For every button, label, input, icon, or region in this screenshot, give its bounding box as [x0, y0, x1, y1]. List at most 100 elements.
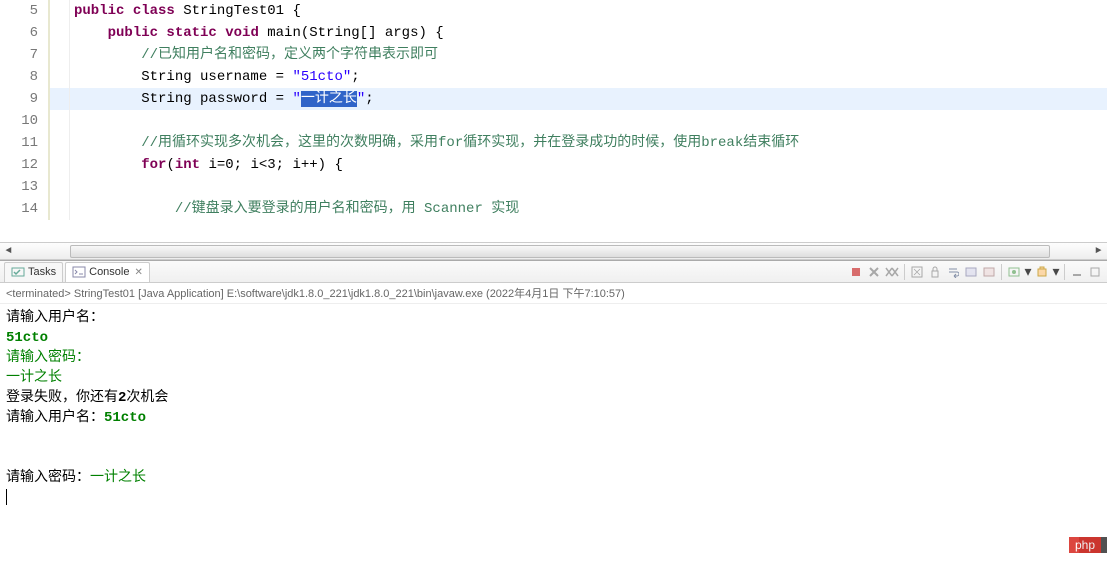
code-line[interactable]: 5 public class StringTest01 {: [0, 0, 1107, 22]
code-content[interactable]: for(int i=0; i<3; i++) {: [70, 154, 343, 176]
console-input: 一计之长: [90, 470, 146, 486]
console-line: 请输入用户名：51cto: [6, 408, 1101, 428]
tasks-icon: [11, 265, 25, 279]
token: static: [166, 25, 225, 41]
show-console-button[interactable]: [963, 264, 979, 280]
code-line[interactable]: 7 //已知用户名和密码，定义两个字符串表示即可: [0, 44, 1107, 66]
annotation-gutter: [50, 22, 70, 44]
tab-label: Tasks: [28, 266, 56, 278]
token: for: [141, 157, 166, 173]
token: ": [357, 91, 365, 107]
remove-launch-button[interactable]: [866, 264, 882, 280]
launch-info: <terminated> StringTest01 [Java Applicat…: [0, 283, 1107, 304]
minimize-button[interactable]: [1069, 264, 1085, 280]
token: public: [74, 3, 133, 19]
display-selected-button[interactable]: [1006, 264, 1022, 280]
text: 登录失败，你还有: [6, 390, 118, 406]
token: main(String[] args) {: [267, 25, 443, 41]
line-number: 13: [0, 176, 50, 198]
scroll-lock-button[interactable]: [927, 264, 943, 280]
terminate-button[interactable]: [848, 264, 864, 280]
token: //键盘录入要登录的用户名和密码，用 Scanner 实现: [175, 201, 519, 217]
console-output[interactable]: 请输入用户名： 51cto 请输入密码： 一计之长 登录失败，你还有2次机会 请…: [0, 304, 1107, 581]
token: //用循环实现多次机会，这里的次数明确，采用for循环实现，并在登录成功的时候，…: [141, 135, 799, 151]
code-line[interactable]: 6 public static void main(String[] args)…: [0, 22, 1107, 44]
annotation-gutter: [50, 198, 70, 220]
console-input-line: 51cto: [6, 328, 1101, 348]
code-content[interactable]: public static void main(String[] args) {: [70, 22, 444, 44]
token: ;: [365, 91, 373, 107]
annotation-gutter: [50, 0, 70, 22]
token: i=0; i<3; i++) {: [208, 157, 342, 173]
blank-line: [6, 448, 1101, 468]
console-input-line: 一计之长: [6, 368, 1101, 388]
view-tabbar: Tasks Console ✕ ▾ ▾: [0, 261, 1107, 283]
line-number: 9: [0, 88, 50, 110]
horizontal-scrollbar[interactable]: ◄ ►: [0, 242, 1107, 259]
dropdown-arrow-icon[interactable]: ▾: [1024, 264, 1032, 280]
code-content[interactable]: String password = "一计之长";: [70, 88, 374, 110]
token: StringTest01 {: [183, 3, 301, 19]
code-line[interactable]: 13: [0, 176, 1107, 198]
tab-console[interactable]: Console ✕: [65, 262, 150, 282]
code-content[interactable]: [70, 176, 74, 198]
code-line[interactable]: 12 for(int i=0; i<3; i++) {: [0, 154, 1107, 176]
token: ;: [351, 69, 359, 85]
separator: [1001, 264, 1002, 280]
console-line: 请输入密码：一计之长: [6, 468, 1101, 488]
text: 次机会: [126, 390, 168, 406]
code-content[interactable]: //已知用户名和密码，定义两个字符串表示即可: [70, 44, 438, 66]
open-console-button[interactable]: [1034, 264, 1050, 280]
annotation-gutter: [50, 110, 70, 132]
code-content[interactable]: public class StringTest01 {: [70, 0, 301, 22]
console-pane: Tasks Console ✕ ▾ ▾ <terminated> S: [0, 260, 1107, 581]
token: [74, 135, 141, 151]
token: String username =: [74, 69, 292, 85]
console-line: 请输入用户名：: [6, 308, 1101, 328]
scroll-thumb[interactable]: [70, 245, 1050, 258]
token: [74, 201, 175, 217]
code-line[interactable]: 10: [0, 110, 1107, 132]
line-number: 10: [0, 110, 50, 132]
code-area[interactable]: 5 public class StringTest01 {6 public sta…: [0, 0, 1107, 242]
annotation-gutter: [50, 44, 70, 66]
code-line[interactable]: 8 String username = "51cto";: [0, 66, 1107, 88]
tab-label: Console: [89, 266, 129, 278]
pin-console-button[interactable]: [981, 264, 997, 280]
code-content[interactable]: [70, 110, 74, 132]
line-number: 14: [0, 198, 50, 220]
tab-tasks[interactable]: Tasks: [4, 262, 63, 282]
blank-line: [6, 428, 1101, 448]
annotation-gutter: [50, 88, 70, 110]
maximize-button[interactable]: [1087, 264, 1103, 280]
token: ": [292, 91, 300, 107]
token: String password =: [74, 91, 292, 107]
editor-pane: 5 public class StringTest01 {6 public sta…: [0, 0, 1107, 260]
close-icon[interactable]: ✕: [134, 267, 142, 278]
code-line[interactable]: 14 //键盘录入要登录的用户名和密码，用 Scanner 实现: [0, 198, 1107, 220]
dropdown-arrow-icon[interactable]: ▾: [1052, 264, 1060, 280]
annotation-gutter: [50, 132, 70, 154]
scroll-left-arrow[interactable]: ◄: [0, 243, 17, 260]
clear-console-button[interactable]: [909, 264, 925, 280]
separator: [904, 264, 905, 280]
code-content[interactable]: //键盘录入要登录的用户名和密码，用 Scanner 实现: [70, 198, 519, 220]
token: [74, 157, 141, 173]
console-icon: [72, 265, 86, 279]
annotation-gutter: [50, 66, 70, 88]
cursor-line: [6, 488, 1101, 508]
code-line[interactable]: 9 String password = "一计之长";: [0, 88, 1107, 110]
line-number: 5: [0, 0, 50, 22]
code-line[interactable]: 11 //用循环实现多次机会，这里的次数明确，采用for循环实现，并在登录成功的…: [0, 132, 1107, 154]
code-content[interactable]: String username = "51cto";: [70, 66, 360, 88]
console-toolbar: ▾ ▾: [848, 261, 1103, 283]
scroll-right-arrow[interactable]: ►: [1090, 243, 1107, 260]
remove-all-button[interactable]: [884, 264, 900, 280]
text-cursor: [6, 489, 7, 505]
code-content[interactable]: //用循环实现多次机会，这里的次数明确，采用for循环实现，并在登录成功的时候，…: [70, 132, 799, 154]
token: //已知用户名和密码，定义两个字符串表示即可: [141, 47, 438, 63]
word-wrap-button[interactable]: [945, 264, 961, 280]
watermark: php: [1069, 537, 1101, 553]
console-input: 51cto: [104, 410, 146, 426]
line-number: 8: [0, 66, 50, 88]
